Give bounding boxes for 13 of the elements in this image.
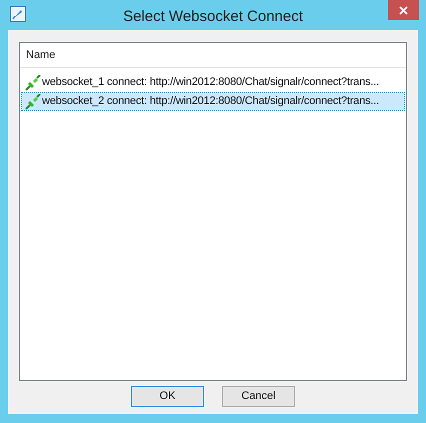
dialog-button[interactable]: Cancel: [222, 386, 295, 407]
item-label: websocket_2 connect: http://win2012:8080/Chat/signalr/connect?trans...: [42, 94, 379, 110]
close-icon: [399, 6, 408, 14]
window-title: Select Websocket Connect: [122, 7, 304, 27]
list-item[interactable]: websocket_2 connect: http://win2012:8080/Chat/signalr/connect?trans...: [21, 92, 405, 111]
column-header[interactable]: Name: [26, 46, 56, 64]
item-label: websocket_1 connect: http://win2012:8080/Chat/signalr/connect?trans...: [42, 75, 379, 90]
app-icon: [10, 6, 26, 22]
plug-icon: [25, 74, 41, 90]
close-button[interactable]: [388, 0, 419, 20]
dialog-button[interactable]: OK: [131, 386, 204, 407]
list-item[interactable]: websocket_1 connect: http://win2012:8080/Chat/signalr/connect?trans...: [21, 73, 405, 92]
plug-icon: [25, 94, 41, 110]
